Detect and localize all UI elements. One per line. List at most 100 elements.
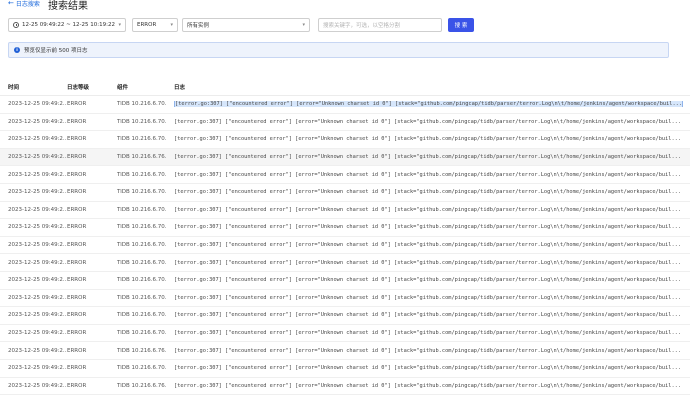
cell-time: 2023-12-25 09:49:2...	[8, 206, 67, 213]
table-row[interactable]: 2023-12-25 09:49:2... ERROR TiDB 10.216.6.…	[0, 342, 690, 360]
search-button[interactable]: 搜 索	[448, 18, 474, 32]
cell-time: 2023-12-25 09:49:2...	[8, 365, 67, 372]
cell-level: ERROR	[67, 136, 87, 143]
cell-component: TiDB 10.216.6.70...	[117, 206, 166, 213]
table-row[interactable]: 2023-12-25 09:49:2... ERROR TiDB 10.216.6.…	[0, 114, 690, 132]
log-text: [terror.go:307] ["encountered error"] [e…	[174, 382, 682, 389]
log-text: [terror.go:307] ["encountered error"] [e…	[174, 154, 682, 161]
cell-component: TiDB 10.216.6.70...	[117, 189, 166, 196]
back-link-label: 日志搜索	[15, 1, 40, 8]
filter-bar: 12-25 09:49:22 ~ 12-25 10:19:22 ▾ ERROR …	[8, 18, 690, 32]
cell-log: [terror.go:307] ["encountered error"] [e…	[166, 295, 690, 301]
cell-log: [terror.go:307] ["encountered error"] [e…	[166, 277, 690, 283]
cell-component: TiDB 10.216.6.70...	[117, 259, 166, 266]
cell-time: 2023-12-25 09:49:2...	[8, 171, 67, 178]
cell-level: ERROR	[67, 382, 87, 389]
chevron-down-icon: ▾	[170, 22, 173, 28]
chevron-down-icon: ▾	[118, 22, 121, 28]
cell-log: [terror.go:307] ["encountered error"] [e…	[166, 207, 690, 213]
table-row[interactable]: 2023-12-25 09:49:2... ERROR TiDB 10.216.6.…	[0, 96, 690, 114]
log-text: [terror.go:307] ["encountered error"] [e…	[174, 189, 682, 196]
cell-time: 2023-12-25 09:49:2...	[8, 277, 67, 284]
back-link[interactable]: ← 日志搜索	[8, 0, 40, 8]
log-level-value: ERROR	[137, 22, 157, 28]
column-header-component[interactable]: 组件	[109, 83, 166, 91]
cell-component: TiDB 10.216.6.70...	[117, 312, 166, 319]
log-text: [terror.go:307] ["encountered error"] [e…	[174, 118, 682, 125]
cell-log: [terror.go:307] ["encountered error"] [e…	[166, 172, 690, 178]
table-row[interactable]: 2023-12-25 09:49:2... ERROR TiDB 10.216.6.…	[0, 202, 690, 220]
cell-time: 2023-12-25 09:49:2...	[8, 294, 67, 301]
table-row[interactable]: 2023-12-25 09:49:2... ERROR TiDB 10.216.6.…	[0, 219, 690, 237]
cell-level: ERROR	[67, 277, 87, 284]
log-text: [terror.go:307] ["encountered error"] [e…	[174, 224, 682, 231]
cell-time: 2023-12-25 09:49:2...	[8, 136, 67, 143]
log-text: [terror.go:307] ["encountered error"] [e…	[174, 347, 682, 354]
cell-component: TiDB 10.216.6.70...	[117, 136, 166, 143]
search-placeholder: 搜索关键字，可选，以空格分割	[323, 23, 401, 29]
cell-component: TiDB 10.216.6.76...	[117, 382, 166, 389]
cell-time: 2023-12-25 09:49:2...	[8, 118, 67, 125]
table-row[interactable]: 2023-12-25 09:49:2... ERROR TiDB 10.216.6.…	[0, 148, 690, 167]
cell-level: ERROR	[67, 206, 87, 213]
cell-time: 2023-12-25 09:49:2...	[8, 154, 67, 161]
time-range-value: 12-25 09:49:22 ~ 12-25 10:19:22	[22, 22, 115, 28]
cell-component: TiDB 10.216.6.70...	[117, 330, 166, 337]
cell-component: TiDB 10.216.6.70...	[117, 224, 166, 231]
log-table: 时间 日志等级 组件 日志 2023-12-25 09:49:2... ERROR…	[0, 78, 690, 396]
cell-log: [terror.go:307] ["encountered error"] [e…	[166, 330, 690, 336]
table-row[interactable]: 2023-12-25 09:49:2... ERROR TiDB 10.216.6.…	[0, 360, 690, 378]
time-range-picker[interactable]: 12-25 09:49:22 ~ 12-25 10:19:22 ▾	[8, 18, 126, 32]
log-text: [terror.go:307] ["encountered error"] [e…	[174, 277, 682, 284]
table-row[interactable]: 2023-12-25 09:49:2... ERROR TiDB 10.216.6.…	[0, 254, 690, 272]
top-bar: ← 日志搜索 搜索结果	[0, 0, 690, 12]
cell-component: TiDB 10.216.6.76...	[117, 347, 166, 354]
cell-level: ERROR	[67, 224, 87, 231]
cell-component: TiDB 10.216.6.76...	[117, 154, 166, 161]
log-text: [terror.go:307] ["encountered error"] [e…	[174, 365, 682, 372]
clock-icon	[13, 22, 19, 28]
cell-time: 2023-12-25 09:49:2...	[8, 330, 67, 337]
cell-component: TiDB 10.216.6.70...	[117, 118, 166, 125]
cell-component: TiDB 10.216.6.70...	[117, 101, 166, 108]
table-row[interactable]: 2023-12-25 09:49:2... ERROR TiDB 10.216.6.…	[0, 166, 690, 184]
cell-component: TiDB 10.216.6.70...	[117, 294, 166, 301]
cell-level: ERROR	[67, 365, 87, 372]
table-row[interactable]: 2023-12-25 09:49:2... ERROR TiDB 10.216.6.…	[0, 237, 690, 255]
cell-component: TiDB 10.216.6.70...	[117, 277, 166, 284]
cell-level: ERROR	[67, 189, 87, 196]
log-text: [terror.go:307] ["encountered error"] [e…	[174, 294, 682, 301]
log-text: [terror.go:307] ["encountered error"] [e…	[174, 330, 682, 337]
table-row[interactable]: 2023-12-25 09:49:2... ERROR TiDB 10.216.6.…	[0, 272, 690, 290]
cell-level: ERROR	[67, 242, 87, 249]
cell-level: ERROR	[67, 312, 87, 319]
log-text: [terror.go:307] ["encountered error"] [e…	[174, 171, 682, 178]
table-row[interactable]: 2023-12-25 09:49:2... ERROR TiDB 10.216.6.…	[0, 307, 690, 325]
column-header-log[interactable]: 日志	[166, 83, 690, 91]
table-row[interactable]: 2023-12-25 09:49:2... ERROR TiDB 10.216.6.…	[0, 378, 690, 396]
cell-level: ERROR	[67, 101, 87, 108]
column-header-level[interactable]: 日志等级	[67, 83, 109, 91]
cell-component: TiDB 10.216.6.70...	[117, 171, 166, 178]
cell-log: [terror.go:307] ["encountered error"] [e…	[166, 348, 690, 354]
info-notice: i 预览仅显示前 500 项日志	[8, 42, 669, 58]
cell-time: 2023-12-25 09:49:2...	[8, 259, 67, 266]
table-row[interactable]: 2023-12-25 09:49:2... ERROR TiDB 10.216.6.…	[0, 325, 690, 343]
cell-log: [terror.go:307] ["encountered error"] [e…	[166, 101, 690, 108]
log-level-select[interactable]: ERROR ▾	[132, 18, 178, 32]
table-row[interactable]: 2023-12-25 09:49:2... ERROR TiDB 10.216.6.…	[0, 290, 690, 308]
instance-select[interactable]: 所有实例 ▾	[182, 18, 310, 32]
cell-time: 2023-12-25 09:49:2...	[8, 224, 67, 231]
log-text: [terror.go:307] ["encountered error"] [e…	[174, 206, 682, 213]
log-text: [terror.go:307] ["encountered error"] [e…	[174, 101, 684, 108]
table-row[interactable]: 2023-12-25 09:49:2... ERROR TiDB 10.216.6.…	[0, 184, 690, 202]
column-header-time[interactable]: 时间	[0, 83, 67, 91]
search-input[interactable]: 搜索关键字，可选，以空格分割	[318, 18, 442, 32]
cell-time: 2023-12-25 09:49:2...	[8, 382, 67, 389]
notice-text: 预览仅显示前 500 项日志	[24, 48, 88, 54]
cell-level: ERROR	[67, 259, 87, 266]
cell-log: [terror.go:307] ["encountered error"] [e…	[166, 189, 690, 195]
table-row[interactable]: 2023-12-25 09:49:2... ERROR TiDB 10.216.6.…	[0, 131, 690, 149]
cell-log: [terror.go:307] ["encountered error"] [e…	[166, 224, 690, 230]
cell-time: 2023-12-25 09:49:2...	[8, 101, 67, 108]
